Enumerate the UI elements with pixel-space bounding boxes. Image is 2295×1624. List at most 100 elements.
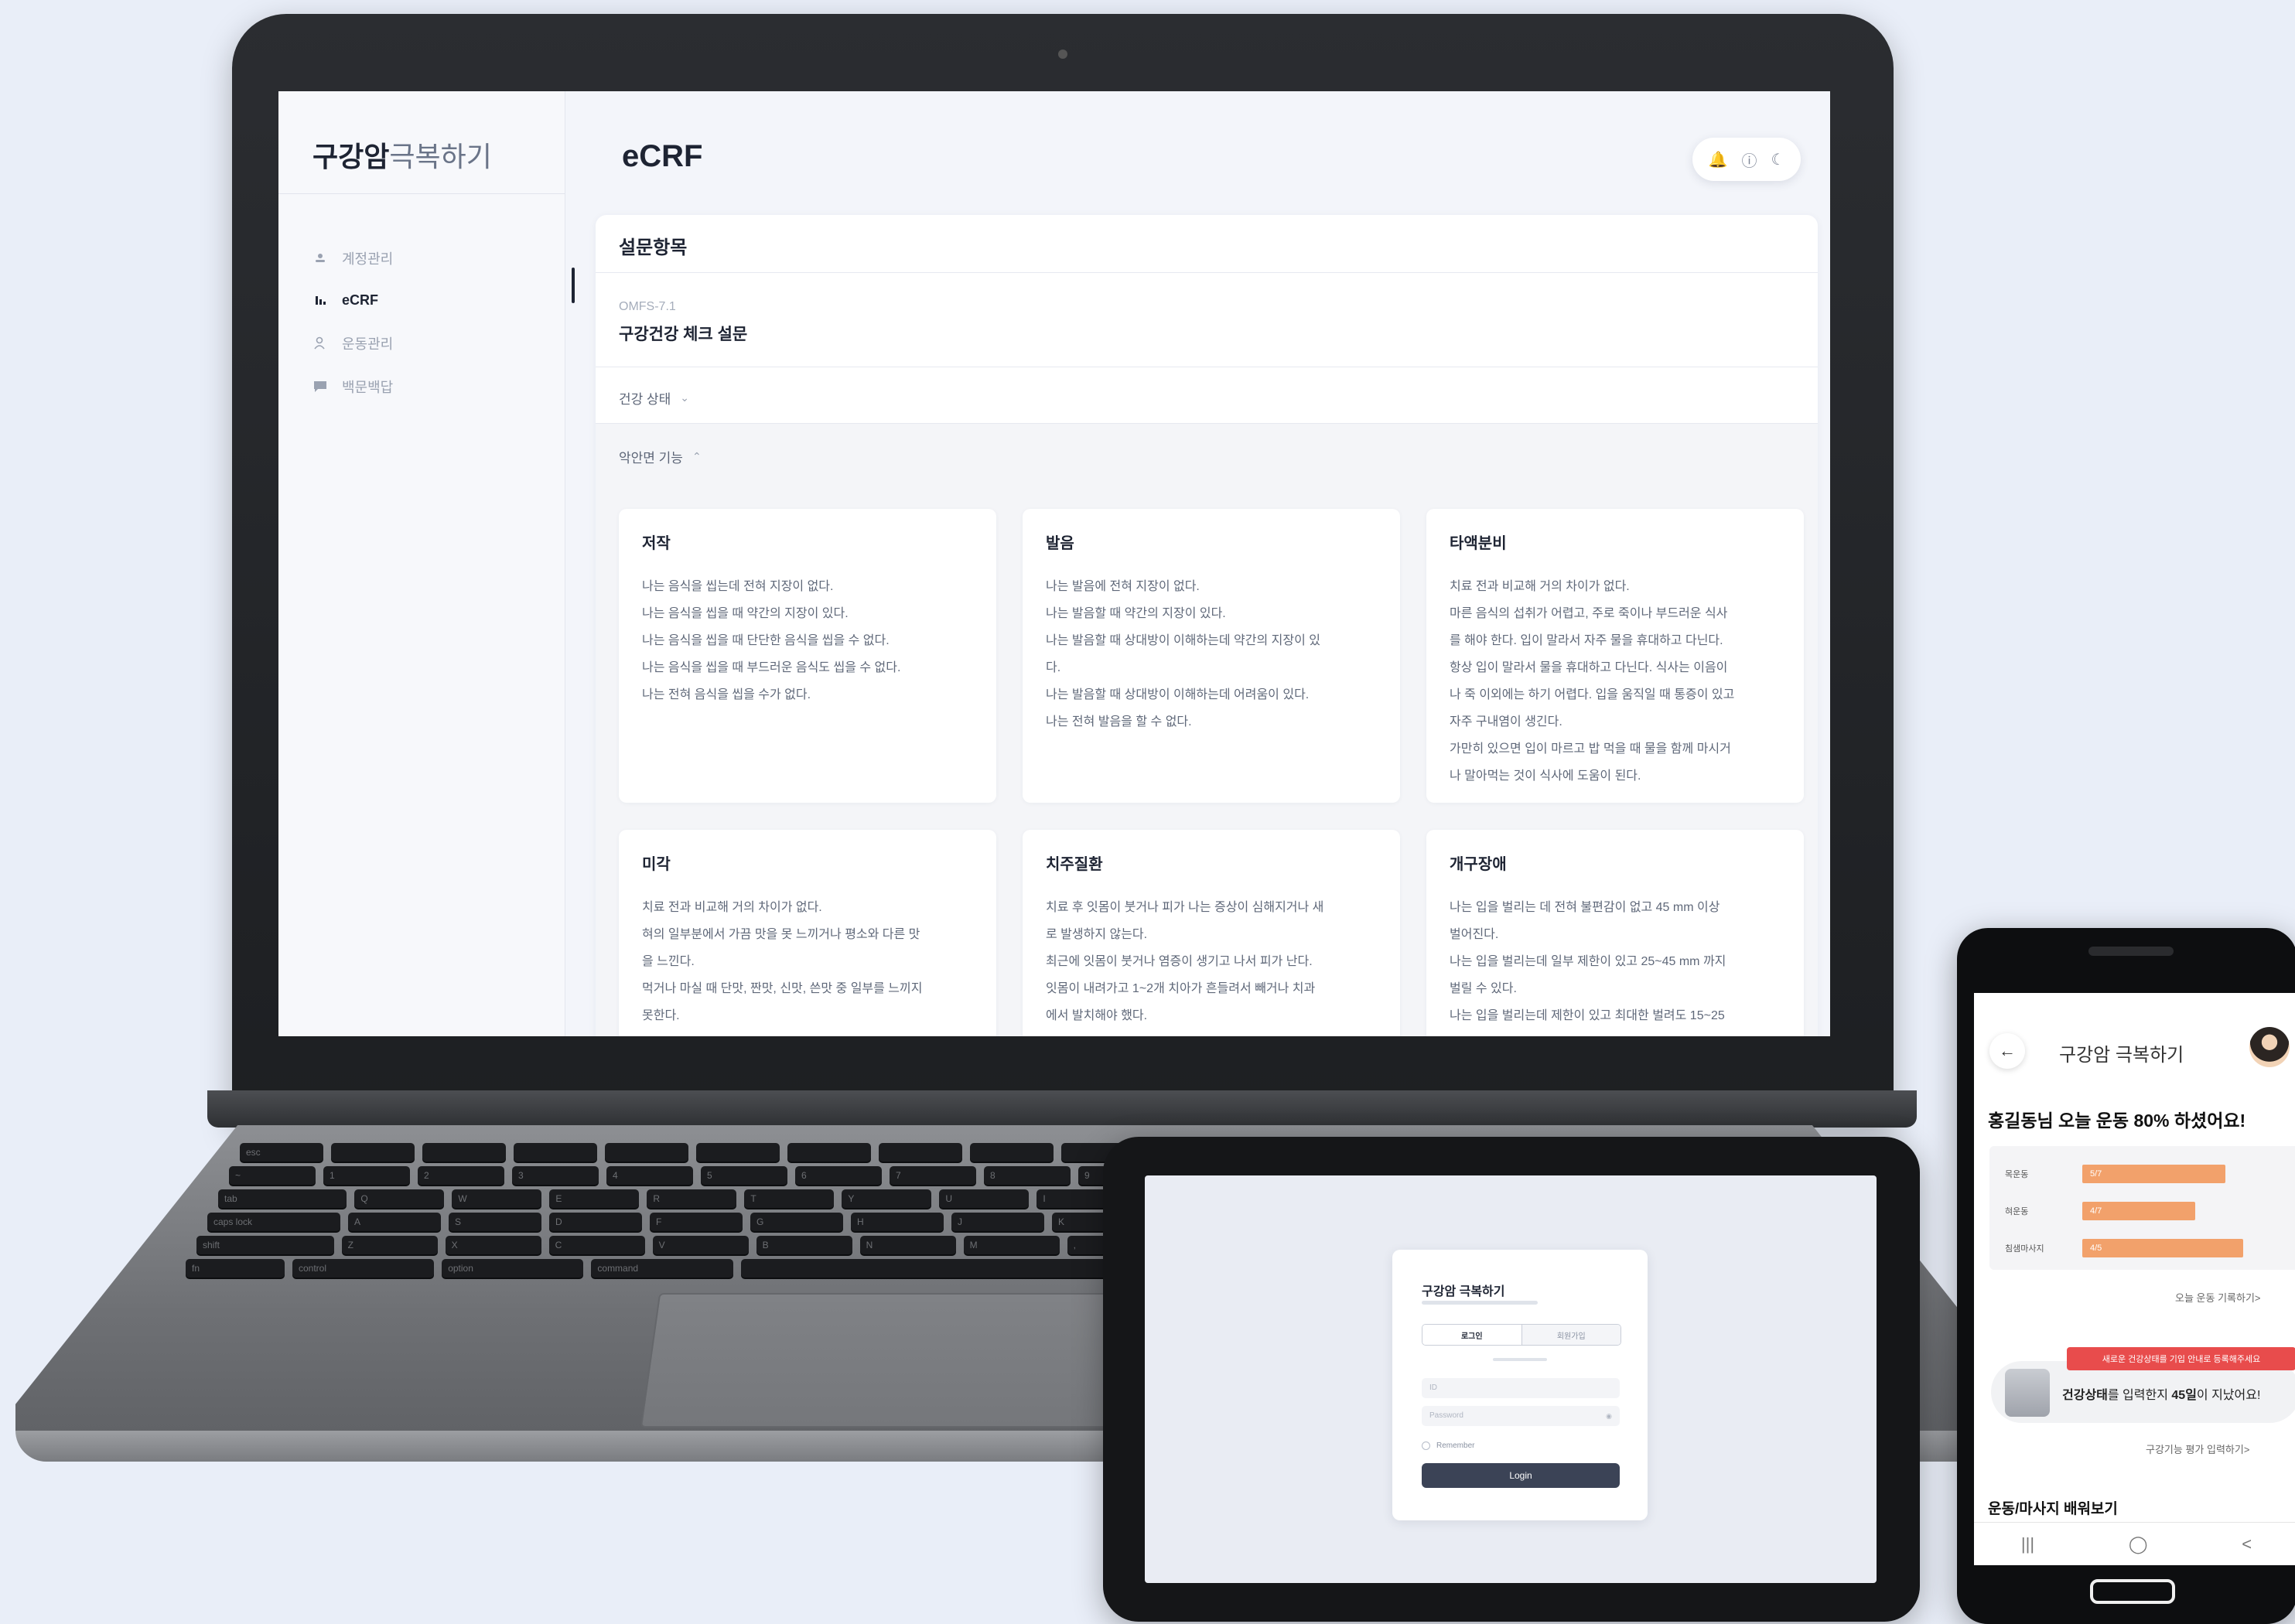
- info-icon[interactable]: ⓘ: [1741, 148, 1757, 171]
- question-option[interactable]: 자주 구내염이 생긴다.: [1450, 708, 1781, 735]
- brand-light: 극복하기: [389, 141, 492, 172]
- record-exercise-link[interactable]: 오늘 운동 기록하기>: [2175, 1290, 2261, 1305]
- question-option[interactable]: 에서 발치해야 했다.: [1046, 1002, 1377, 1029]
- clipboard-icon: [2005, 1369, 2050, 1417]
- question-option[interactable]: 나 말아먹는 것이 식사에 도움이 된다.: [1450, 763, 1781, 790]
- question-option[interactable]: 나는 발음에 전혀 지장이 없다.: [1046, 573, 1377, 600]
- question-option[interactable]: 잇몸이 내려가고 1~2개 치아가 흔들려서 빼거나 치과: [1046, 975, 1377, 1002]
- alert-mid: 를 입력한지: [2107, 1389, 2172, 1402]
- form-code: OMFS-7.1: [619, 300, 676, 313]
- keyboard-key: 4: [606, 1166, 693, 1185]
- phone-title: 구강암 극복하기: [2059, 1045, 2184, 1066]
- phone-device: ← 구강암 극복하기 홍길동님 오늘 운동 80% 하셨어요! 목운동 5/7 혀운…: [1957, 928, 2295, 1624]
- question-option[interactable]: 마른 음식의 섭취가 어렵고, 주로 죽이나 부드러운 식사: [1450, 600, 1781, 627]
- question-option[interactable]: 나는 전혀 음식을 씹을 수가 없다.: [642, 681, 973, 708]
- question-option[interactable]: 혀의 일부분에서 가끔 맛을 못 느끼거나 평소와 다른 맛: [642, 921, 973, 948]
- avatar[interactable]: [2249, 1027, 2290, 1067]
- question-option[interactable]: 나는 음식을 씹을 때 약간의 지장이 있다.: [642, 600, 973, 627]
- keyboard-key: 8: [984, 1166, 1071, 1185]
- section-header: 설문항목: [596, 215, 1818, 273]
- keyboard-key: U: [939, 1189, 1030, 1208]
- home-button[interactable]: [2090, 1579, 2175, 1604]
- question-option[interactable]: 로 발생하지 않는다.: [1046, 921, 1377, 948]
- question-option[interactable]: 나는 발음할 때 약간의 지장이 있다.: [1046, 600, 1377, 627]
- keyboard-key: [879, 1143, 962, 1162]
- sidebar-item-exercise[interactable]: 운동관리: [312, 328, 545, 359]
- remember-label: Remember: [1436, 1441, 1475, 1450]
- question-option[interactable]: 나는 발음할 때 상대방이 이해하는데 약간의 지장이 있: [1046, 627, 1377, 654]
- sidebar-item-label: eCRF: [342, 292, 379, 308]
- question-option[interactable]: 나 죽 이외에는 하기 어렵다. 입을 움직일 때 통증이 있고: [1450, 681, 1781, 708]
- sidebar-item-faq[interactable]: 백문백답: [312, 371, 545, 402]
- keyboard-key: E: [549, 1189, 640, 1208]
- bar-chart-icon: [312, 292, 328, 308]
- question-option[interactable]: 최근에 잇몸이 붓거나 염증이 생기고 나서 피가 난다.: [1046, 948, 1377, 975]
- eye-icon[interactable]: ◉: [1598, 1406, 1612, 1426]
- recent-apps-icon[interactable]: |||: [2021, 1534, 2034, 1554]
- login-subtitle: [1422, 1301, 1538, 1305]
- question-option[interactable]: 다.: [1046, 654, 1377, 681]
- question-option[interactable]: 나는 음식을 씹는데 전혀 지장이 없다.: [642, 573, 973, 600]
- question-option[interactable]: 나는 입을 벌리는데 제한이 있고 최대한 벌려도 15~25: [1450, 1002, 1781, 1029]
- question-option[interactable]: 나는 입을 벌리는 데 전혀 불편감이 없고 45 mm 이상: [1450, 894, 1781, 921]
- question-option[interactable]: 먹거나 마실 때 단맛, 짠맛, 신맛, 쓴맛 중 일부를 느끼지: [642, 975, 973, 1002]
- question-card[interactable]: 개구장애 나는 입을 벌리는 데 전혀 불편감이 없고 45 mm 이상 벌어진다.…: [1426, 830, 1804, 1036]
- alert-prefix: 건강상태: [2062, 1389, 2108, 1402]
- keyboard-key: [422, 1143, 506, 1162]
- question-option[interactable]: 가만히 있으면 입이 마르고 밥 먹을 때 물을 함께 마시거: [1450, 735, 1781, 763]
- sidebar-item-accounts[interactable]: 계정관리: [312, 243, 545, 274]
- login-button[interactable]: Login: [1422, 1463, 1620, 1488]
- question-card[interactable]: 미각 치료 전과 비교해 거의 차이가 없다. 혀의 일부분에서 가끔 맛을 못 느…: [619, 830, 996, 1036]
- sidebar-item-label: 계정관리: [342, 251, 394, 267]
- question-option[interactable]: 치료 전과 비교해 거의 차이가 없다.: [1450, 573, 1781, 600]
- question-option[interactable]: 을 느낀다.: [642, 948, 973, 975]
- question-option[interactable]: 나는 전혀 발음을 할 수 없다.: [1046, 708, 1377, 735]
- moon-icon[interactable]: ☾: [1771, 150, 1784, 169]
- question-option[interactable]: 나는 음식을 씹을 때 단단한 음식을 씹을 수 없다.: [642, 627, 973, 654]
- sidebar-item-label: 백문백답: [342, 380, 394, 395]
- function-evaluation-link[interactable]: 구강기능 평가 입력하기>: [2146, 1441, 2249, 1456]
- tab-signup[interactable]: 회원가입: [1521, 1325, 1621, 1345]
- question-option[interactable]: 항상 입이 말라서 물을 휴대하고 다닌다. 식사는 이음이: [1450, 654, 1781, 681]
- remember-checkbox[interactable]: Remember: [1422, 1441, 1474, 1450]
- home-icon[interactable]: ◯: [2129, 1534, 2148, 1554]
- keyboard-key: 6: [795, 1166, 882, 1185]
- collapse-health-status[interactable]: 건강 상태 ⌄: [619, 388, 689, 408]
- question-option[interactable]: 를 해야 한다. 입이 말라서 자주 물을 휴대하고 다닌다.: [1450, 627, 1781, 654]
- collapse-maxillofacial-function[interactable]: 악안면 기능 ⌃: [619, 447, 702, 466]
- tab-login[interactable]: 로그인: [1422, 1325, 1522, 1345]
- exercise-progress-panel: 목운동 5/7 혀운동 4/7 침샘마사지 4/5: [1989, 1146, 2295, 1270]
- keyboard-key: 1: [323, 1166, 410, 1185]
- password-field[interactable]: Password ◉: [1422, 1406, 1620, 1426]
- laptop-screen: 구강암극복하기 계정관리 eCRF 운동관리 백문백답 eCRF 🔔 ⓘ ☾ 설…: [278, 91, 1830, 1036]
- function-section: 악안면 기능 ⌃ 저작 나는 음식을 씹는데 전혀 지장이 없다. 나는 음식을 씹…: [596, 424, 1818, 1036]
- keyboard-key: C: [548, 1236, 645, 1254]
- question-option[interactable]: 치료 전과 비교해 거의 차이가 없다.: [642, 894, 973, 921]
- back-icon[interactable]: <: [2242, 1534, 2252, 1554]
- question-card[interactable]: 치주질환 치료 후 잇몸이 붓거나 피가 나는 증상이 심해지거나 새로 발생하지…: [1023, 830, 1400, 1036]
- id-field[interactable]: ID: [1422, 1378, 1620, 1398]
- keyboard-key: [970, 1143, 1054, 1162]
- brand-logo[interactable]: 구강암극복하기: [312, 135, 492, 175]
- progress-bar-track: 4/5: [2082, 1239, 2283, 1257]
- question-option[interactable]: 벌어진다.: [1450, 921, 1781, 948]
- sidebar-item-ecrf[interactable]: eCRF: [312, 285, 545, 316]
- keyboard-key: option: [442, 1259, 584, 1278]
- question-option[interactable]: 나는 음식을 씹을 때 부드러운 음식도 씹을 수 없다.: [642, 654, 973, 681]
- question-option[interactable]: 치료 후 잇몸이 붓거나 피가 나는 증상이 심해지거나 새: [1046, 894, 1377, 921]
- back-button[interactable]: ←: [1989, 1033, 2025, 1069]
- question-option[interactable]: 벌릴 수 있다.: [1450, 975, 1781, 1002]
- bell-icon[interactable]: 🔔: [1709, 150, 1728, 169]
- question-card-title: 타액분비: [1450, 535, 1507, 552]
- question-card[interactable]: 발음 나는 발음에 전혀 지장이 없다. 나는 발음할 때 약간의 지장이 있다. 나…: [1023, 509, 1400, 803]
- question-option[interactable]: 못한다.: [642, 1002, 973, 1029]
- question-card[interactable]: 저작 나는 음식을 씹는데 전혀 지장이 없다. 나는 음식을 씹을 때 약간의 지…: [619, 509, 996, 803]
- question-card[interactable]: 타액분비치료 전과 비교해 거의 차이가 없다. 마른 음식의 섭취가 어렵고, …: [1426, 509, 1804, 803]
- tablet-device: 구강암 극복하기 로그인 회원가입 ID Password ◉ Remember …: [1103, 1137, 1920, 1622]
- question-option[interactable]: 나는 발음할 때 상대방이 이해하는데 어려움이 있다.: [1046, 681, 1377, 708]
- chevron-down-icon: ⌄: [680, 391, 690, 404]
- keyboard-key: G: [750, 1213, 843, 1231]
- question-option[interactable]: 나는 입을 벌리는데 일부 제한이 있고 25~45 mm 까지: [1450, 948, 1781, 975]
- collapse-label: 건강 상태: [619, 392, 671, 407]
- camera-dot: [1058, 49, 1067, 59]
